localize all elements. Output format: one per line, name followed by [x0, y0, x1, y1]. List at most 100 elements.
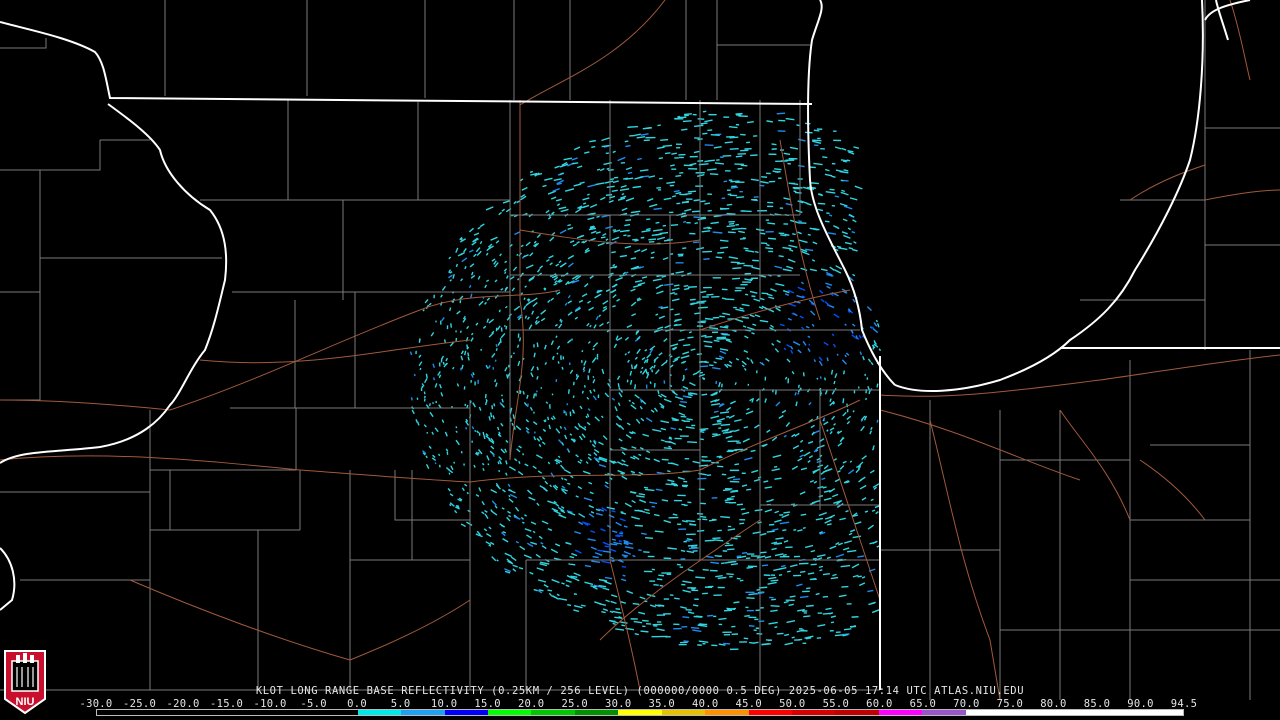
echo-streak [668, 445, 671, 448]
echo-streak [495, 348, 498, 351]
echo-streak [643, 486, 649, 489]
echo-streak [709, 173, 719, 176]
echo-streak [450, 323, 453, 328]
echo-streak [743, 247, 749, 250]
colorbar-segment [401, 710, 445, 715]
echo-streak [822, 156, 828, 159]
echo-streak [784, 633, 790, 637]
echo-streak [711, 295, 720, 298]
echo-streak [560, 319, 563, 323]
echo-streak [794, 191, 802, 194]
echo-streak [645, 536, 654, 540]
echo-streak [770, 579, 779, 582]
echo-streak [774, 168, 782, 171]
echo-streak [766, 530, 775, 533]
colorbar-segment [835, 710, 879, 715]
echo-streak [796, 124, 800, 127]
echo-streak [658, 574, 665, 577]
echo-streak [809, 182, 819, 185]
echo-streak [689, 298, 696, 301]
echo-streak [798, 164, 805, 168]
echo-streak [729, 222, 735, 225]
echo-streak [761, 176, 768, 178]
echo-streak [674, 323, 678, 326]
echo-streak [555, 335, 558, 339]
echo-streak [843, 628, 852, 631]
echo-streak [701, 393, 708, 396]
niu-logo-text: NIU [16, 696, 35, 708]
echo-streak [683, 284, 689, 287]
echo-streak [771, 598, 776, 601]
echo-streak [687, 392, 696, 395]
colorbar-segment [1052, 710, 1097, 715]
echo-streak [522, 453, 525, 456]
echo-streak [680, 128, 688, 131]
echo-streak [670, 272, 675, 275]
echo-streak [770, 498, 774, 502]
echo-streak [570, 563, 576, 566]
echo-streak [672, 419, 678, 422]
echo-streak [482, 431, 485, 436]
echo-streak [696, 529, 705, 532]
echo-streak [498, 469, 501, 473]
echo-streak [819, 569, 823, 572]
echo-streak [724, 429, 729, 432]
echo-streak [693, 199, 701, 202]
echo-streak [816, 377, 819, 380]
echo-streak [555, 462, 558, 465]
echo-streak [760, 551, 767, 554]
echo-streak [524, 315, 528, 319]
echo-streak [740, 508, 746, 511]
echo-streak [773, 465, 778, 468]
echo-streak [642, 619, 649, 622]
echo-streak [770, 609, 778, 612]
echo-streak [632, 554, 636, 558]
echo-streak [857, 575, 862, 578]
echo-streak [687, 441, 697, 444]
echo-streak [677, 115, 681, 118]
echo-streak [567, 603, 572, 607]
echo-streak [810, 577, 816, 581]
echo-streak [410, 397, 413, 401]
echo-streak [645, 127, 652, 130]
echo-streak [700, 365, 709, 368]
echo-streak [651, 369, 654, 373]
echo-streak [443, 339, 446, 343]
echo-streak [674, 597, 680, 600]
echo-streak [455, 426, 458, 429]
echo-streak [699, 427, 709, 431]
echo-streak [491, 405, 494, 410]
echo-streak [438, 453, 441, 457]
echo-streak [600, 236, 606, 239]
echo-streak [726, 497, 732, 500]
echo-streak [680, 400, 688, 404]
echo-streak [658, 306, 663, 309]
echo-streak [423, 395, 426, 399]
echo-streak [644, 508, 650, 511]
echo-streak [695, 576, 706, 579]
echo-streak [512, 352, 515, 355]
echo-streak [687, 190, 697, 193]
echo-streak [774, 626, 778, 629]
echo-streak [822, 595, 829, 598]
colorbar-segment [97, 710, 141, 715]
echo-streak [604, 576, 613, 580]
echo-streak [826, 357, 829, 362]
echo-streak [703, 361, 709, 364]
echo-streak [687, 272, 692, 275]
echo-streak [797, 384, 800, 388]
echo-streak [581, 349, 584, 353]
echo-streak [456, 505, 459, 508]
echo-streak [743, 264, 754, 267]
echo-streak [477, 451, 480, 455]
echo-streak [720, 423, 731, 427]
echo-streak [612, 229, 617, 232]
echo-streak [611, 510, 616, 513]
echo-streak [680, 549, 686, 552]
echo-streak [805, 604, 814, 608]
echo-streak [660, 138, 669, 141]
echo-streak [719, 315, 725, 318]
echo-streak [614, 616, 623, 619]
echo-streak [724, 544, 734, 547]
echo-streak [466, 491, 469, 495]
